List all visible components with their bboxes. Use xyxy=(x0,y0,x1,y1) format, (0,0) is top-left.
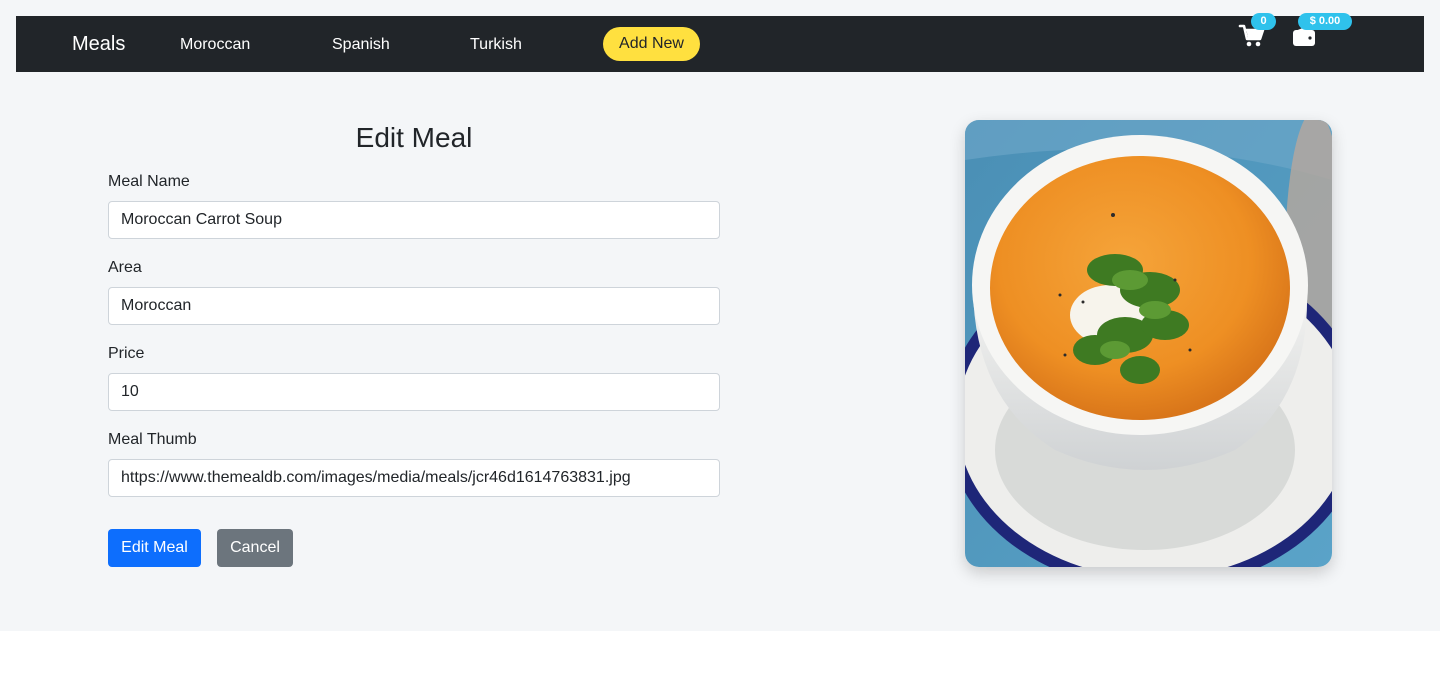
add-new-button[interactable]: Add New xyxy=(603,27,700,61)
meal-name-label: Meal Name xyxy=(108,173,190,190)
edit-meal-button[interactable]: Edit Meal xyxy=(108,529,201,567)
cart-count-badge: 0 xyxy=(1251,13,1276,30)
area-label: Area xyxy=(108,259,142,276)
meal-thumb-label: Meal Thumb xyxy=(108,431,197,448)
wallet-amount-badge: $ 0.00 xyxy=(1298,13,1352,30)
brand-link[interactable]: Meals xyxy=(72,32,125,56)
meal-name-input[interactable] xyxy=(108,201,720,239)
nav-link-spanish[interactable]: Spanish xyxy=(332,35,390,55)
form-title: Edit Meal xyxy=(355,122,473,153)
price-label: Price xyxy=(108,345,145,362)
page-background: Meals Moroccan Spanish Turkish Add New 0… xyxy=(0,0,1440,631)
meal-thumb-input[interactable] xyxy=(108,459,720,497)
cancel-button[interactable]: Cancel xyxy=(217,529,293,567)
price-input[interactable] xyxy=(108,373,720,411)
area-input[interactable] xyxy=(108,287,720,325)
nav-link-moroccan[interactable]: Moroccan xyxy=(180,35,250,55)
navbar: Meals Moroccan Spanish Turkish Add New 0… xyxy=(16,13,1424,72)
meal-thumbnail-image xyxy=(965,120,1332,567)
nav-link-turkish[interactable]: Turkish xyxy=(470,35,522,55)
